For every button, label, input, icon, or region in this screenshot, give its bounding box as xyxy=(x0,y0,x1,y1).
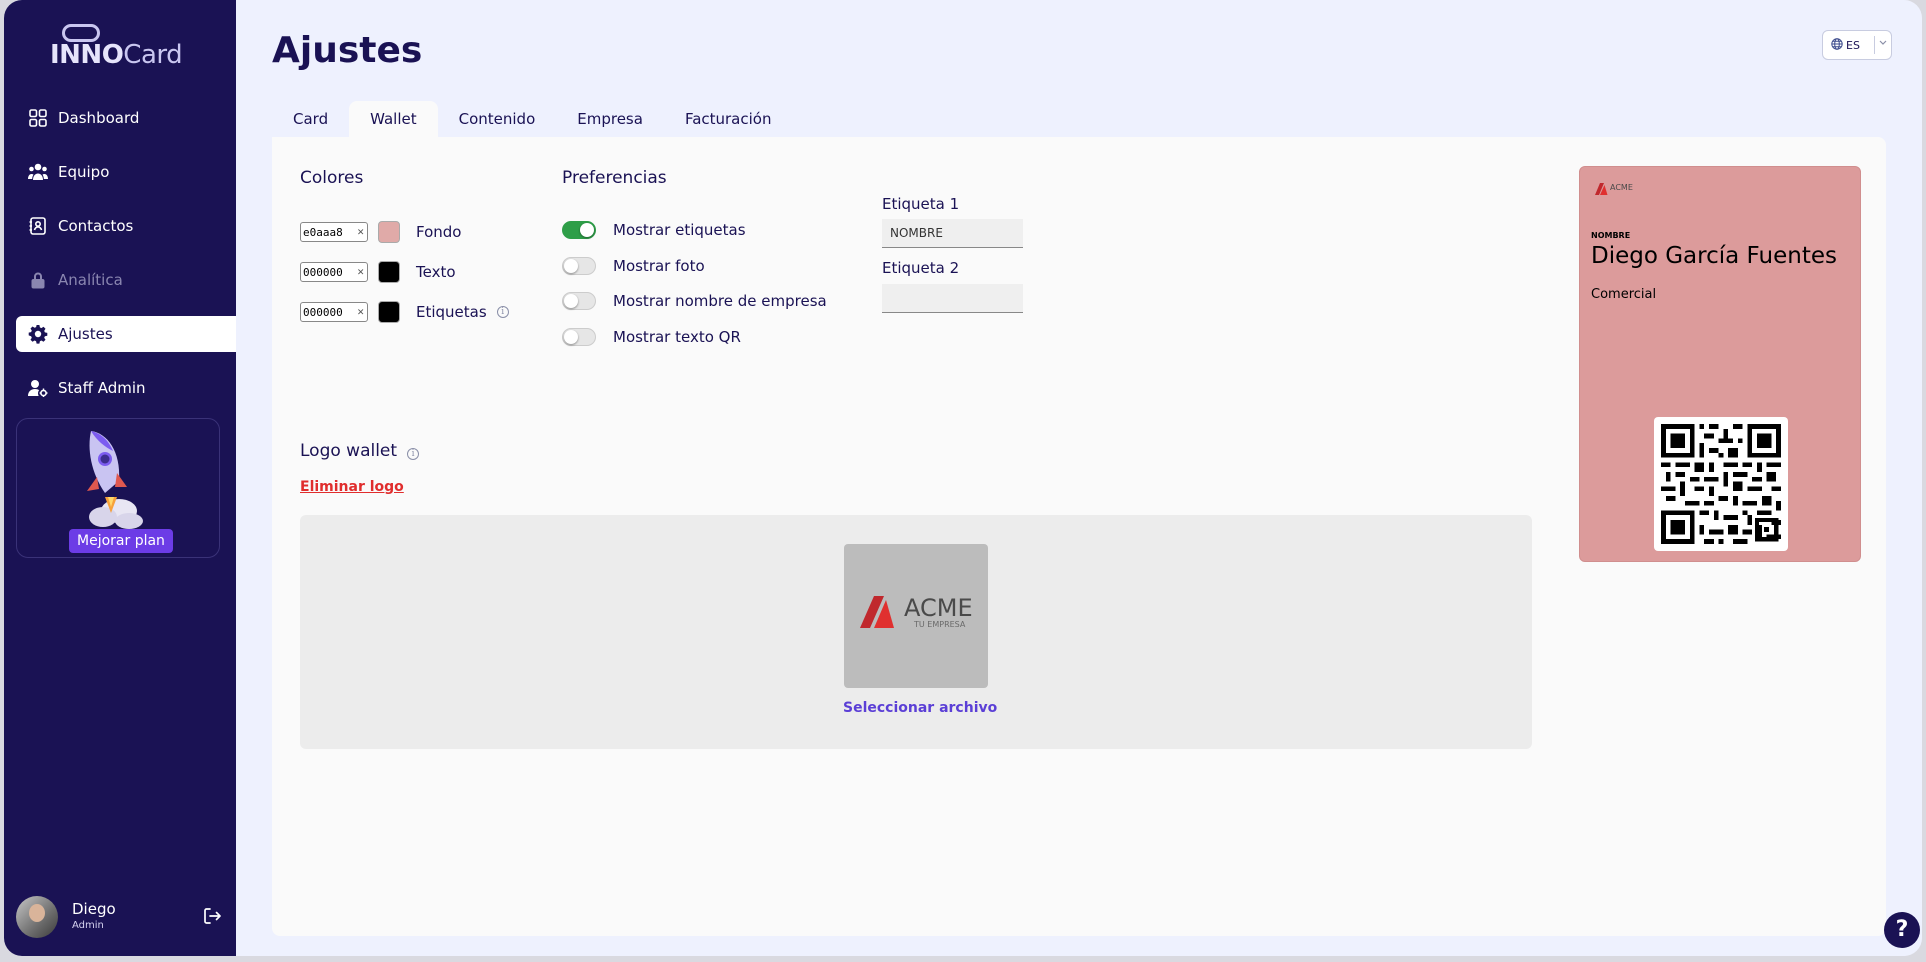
user-name: Diego xyxy=(72,900,116,918)
toggle-row-etiquetas: Mostrar etiquetas xyxy=(562,221,746,239)
toggle-row-foto: Mostrar foto xyxy=(562,257,705,275)
tab-facturacion[interactable]: Facturación xyxy=(664,101,793,137)
upgrade-plan-button[interactable]: Mejorar plan xyxy=(69,529,173,553)
color-swatch[interactable] xyxy=(378,221,400,243)
sidebar-item-ajustes[interactable]: Ajustes xyxy=(16,316,236,352)
color-hex-value: 000000 xyxy=(303,305,343,319)
card-field-label: NOMBRE xyxy=(1591,231,1631,240)
toggle-row-qr: Mostrar texto QR xyxy=(562,328,741,346)
page-title: Ajustes xyxy=(272,30,423,71)
acme-logo: ACME TU EMPRESA xyxy=(860,594,973,629)
preferences-heading: Preferencias xyxy=(562,168,667,188)
settings-tabs: Card Wallet Contenido Empresa Facturació… xyxy=(272,101,792,137)
sidebar-item-contactos[interactable]: Contactos xyxy=(16,208,236,244)
acme-logo-sub: TU EMPRESA xyxy=(913,620,966,629)
grid-icon xyxy=(28,108,48,128)
lock-icon xyxy=(28,270,48,290)
sidebar-item-analitica[interactable]: Analítica xyxy=(16,262,236,298)
color-hex-value: e0aaa8 xyxy=(303,225,343,239)
label1-input[interactable]: NOMBRE xyxy=(882,219,1023,248)
toggle-label: Mostrar texto QR xyxy=(613,328,741,346)
color-hex-input[interactable]: 000000 ✕ xyxy=(300,302,368,322)
color-row-etiquetas: 000000 ✕ Etiquetas i xyxy=(300,301,509,323)
tab-wallet[interactable]: Wallet xyxy=(349,101,438,137)
globe-icon xyxy=(1831,37,1843,53)
show-labels-toggle[interactable] xyxy=(562,221,596,239)
color-swatch[interactable] xyxy=(378,261,400,283)
language-code: ES xyxy=(1846,38,1860,52)
clear-icon[interactable]: ✕ xyxy=(357,305,364,318)
logo-text-bold: INNO xyxy=(50,40,124,70)
toggle-label: Mostrar foto xyxy=(613,257,705,275)
logout-icon[interactable] xyxy=(202,906,222,926)
logo-text-light: Card xyxy=(123,40,183,70)
info-icon[interactable]: i xyxy=(407,448,420,460)
acme-logo-text: ACME xyxy=(904,594,973,622)
select-file-link[interactable]: Seleccionar archivo xyxy=(843,700,997,716)
user-profile[interactable]: Diego Admin xyxy=(16,894,221,940)
logo-wallet-heading: Logo wallet i xyxy=(300,441,420,461)
sidebar-item-label: Dashboard xyxy=(58,109,140,127)
qr-code xyxy=(1654,417,1788,551)
gear-icon xyxy=(28,324,48,344)
tab-contenido[interactable]: Contenido xyxy=(438,101,557,137)
label1-title: Etiqueta 1 xyxy=(882,195,960,213)
info-icon[interactable]: i xyxy=(496,306,509,318)
tab-empresa[interactable]: Empresa xyxy=(556,101,664,137)
sidebar-item-label: Staff Admin xyxy=(58,379,146,397)
toggle-label: Mostrar etiquetas xyxy=(613,221,746,239)
rocket-icon xyxy=(87,431,143,529)
remove-logo-link[interactable]: Eliminar logo xyxy=(300,479,404,495)
show-company-toggle[interactable] xyxy=(562,292,596,310)
contacts-icon xyxy=(28,216,48,236)
logo-preview[interactable]: ACME TU EMPRESA xyxy=(844,544,988,688)
qr-code-icon xyxy=(1661,424,1781,544)
label2-input[interactable] xyxy=(882,284,1023,313)
sidebar-nav: Dashboard Equipo Contactos Analítica Aju… xyxy=(16,100,236,424)
label2-title: Etiqueta 2 xyxy=(882,259,960,277)
tab-card[interactable]: Card xyxy=(272,101,349,137)
app-logo[interactable]: INNOCard xyxy=(50,22,195,74)
color-label: Fondo xyxy=(416,223,462,241)
show-qr-text-toggle[interactable] xyxy=(562,328,596,346)
card-logo-text: ACME xyxy=(1610,183,1633,192)
app-window: INNOCard Dashboard Equipo Contactos Anal… xyxy=(4,0,1922,956)
sidebar: INNOCard Dashboard Equipo Contactos Anal… xyxy=(4,0,236,956)
clear-icon[interactable]: ✕ xyxy=(357,265,364,278)
sidebar-item-label: Analítica xyxy=(58,271,123,289)
language-divider xyxy=(1874,36,1875,54)
toggle-label: Mostrar nombre de empresa xyxy=(613,292,827,310)
color-hex-input[interactable]: e0aaa8 ✕ xyxy=(300,222,368,242)
color-row-texto: 000000 ✕ Texto xyxy=(300,261,456,283)
sidebar-item-equipo[interactable]: Equipo xyxy=(16,154,236,190)
sidebar-item-label: Ajustes xyxy=(58,325,113,343)
logo-wallet-title: Logo wallet xyxy=(300,441,398,461)
show-photo-toggle[interactable] xyxy=(562,257,596,275)
color-hex-value: 000000 xyxy=(303,265,343,279)
toggle-row-empresa: Mostrar nombre de empresa xyxy=(562,292,827,310)
wallet-card-preview: ACME NOMBRE Diego García Fuentes Comerci… xyxy=(1579,166,1861,562)
help-button[interactable]: ? xyxy=(1884,912,1920,948)
card-role: Comercial xyxy=(1591,287,1657,302)
colors-heading: Colores xyxy=(300,168,364,188)
color-label: Texto xyxy=(416,263,456,281)
team-icon xyxy=(28,162,48,182)
color-hex-input[interactable]: 000000 ✕ xyxy=(300,262,368,282)
card-logo: ACME xyxy=(1595,183,1633,195)
staff-admin-icon xyxy=(28,378,48,398)
sidebar-item-label: Contactos xyxy=(58,217,134,235)
clear-icon[interactable]: ✕ xyxy=(357,225,364,238)
avatar[interactable] xyxy=(16,896,58,938)
upgrade-card: Mejorar plan xyxy=(16,418,220,558)
card-name: Diego García Fuentes xyxy=(1591,243,1837,269)
color-swatch[interactable] xyxy=(378,301,400,323)
sidebar-item-staff-admin[interactable]: Staff Admin xyxy=(16,370,236,406)
sidebar-item-label: Equipo xyxy=(58,163,110,181)
color-label: Etiquetas xyxy=(416,303,487,321)
language-selector[interactable]: ES xyxy=(1822,30,1892,60)
chevron-down-icon[interactable] xyxy=(1878,37,1890,50)
color-row-fondo: e0aaa8 ✕ Fondo xyxy=(300,221,461,243)
sidebar-item-dashboard[interactable]: Dashboard xyxy=(16,100,236,136)
user-role: Admin xyxy=(72,920,104,931)
